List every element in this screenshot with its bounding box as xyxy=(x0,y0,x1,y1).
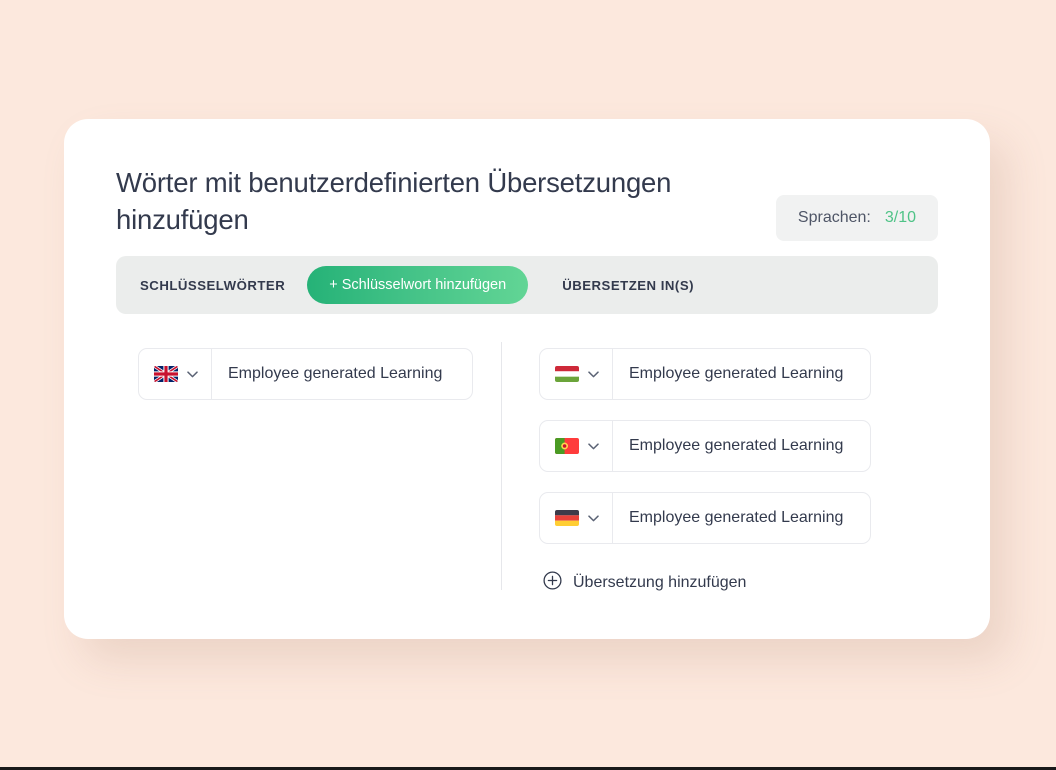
languages-badge-count: 3/10 xyxy=(884,209,916,226)
language-selector[interactable] xyxy=(540,421,613,471)
translation-value[interactable]: Employee generated Learning xyxy=(613,437,843,455)
translation-row: Employee generated Learning xyxy=(539,348,871,400)
hungary-flag-icon xyxy=(555,366,579,382)
uk-flag-icon xyxy=(154,366,178,382)
plus-circle-icon xyxy=(543,571,562,595)
add-words-card: Wörter mit benutzerdefinierten Übersetzu… xyxy=(64,119,990,639)
add-translation-button[interactable]: Übersetzung hinzufügen xyxy=(543,571,746,595)
column-divider xyxy=(501,342,502,590)
translation-row: Employee generated Learning xyxy=(539,492,871,544)
translation-row: Employee generated Learning xyxy=(539,420,871,472)
translations-column: Employee generated Learning Employee gen… xyxy=(539,348,871,595)
add-keyword-button[interactable]: + Schlüsselwort hinzufügen xyxy=(307,266,529,304)
keyword-row: Employee generated Learning xyxy=(138,348,473,400)
translation-value[interactable]: Employee generated Learning xyxy=(613,365,843,383)
source-keyword-column: Employee generated Learning xyxy=(138,348,473,400)
language-selector[interactable] xyxy=(540,349,613,399)
languages-badge: Sprachen: 3/10 xyxy=(775,195,938,241)
tab-translate-into[interactable]: ÜBERSETZEN IN(S) xyxy=(562,278,694,293)
chevron-down-icon xyxy=(588,437,599,455)
card-header: Wörter mit benutzerdefinierten Übersetzu… xyxy=(116,164,776,238)
chevron-down-icon xyxy=(588,365,599,383)
keyword-value[interactable]: Employee generated Learning xyxy=(212,365,442,383)
chevron-down-icon xyxy=(187,365,198,383)
translation-value[interactable]: Employee generated Learning xyxy=(613,509,843,527)
germany-flag-icon xyxy=(555,510,579,526)
languages-badge-label: Sprachen: xyxy=(797,209,871,226)
language-selector[interactable] xyxy=(540,493,613,543)
portugal-flag-icon xyxy=(555,438,579,454)
language-selector[interactable] xyxy=(139,349,212,399)
chevron-down-icon xyxy=(588,509,599,527)
add-translation-label: Übersetzung hinzufügen xyxy=(573,574,747,591)
tab-bar: SCHLÜSSELWÖRTER + Schlüsselwort hinzufüg… xyxy=(116,256,938,314)
tab-keywords[interactable]: SCHLÜSSELWÖRTER xyxy=(140,278,285,293)
page-title: Wörter mit benutzerdefinierten Übersetzu… xyxy=(116,167,672,235)
